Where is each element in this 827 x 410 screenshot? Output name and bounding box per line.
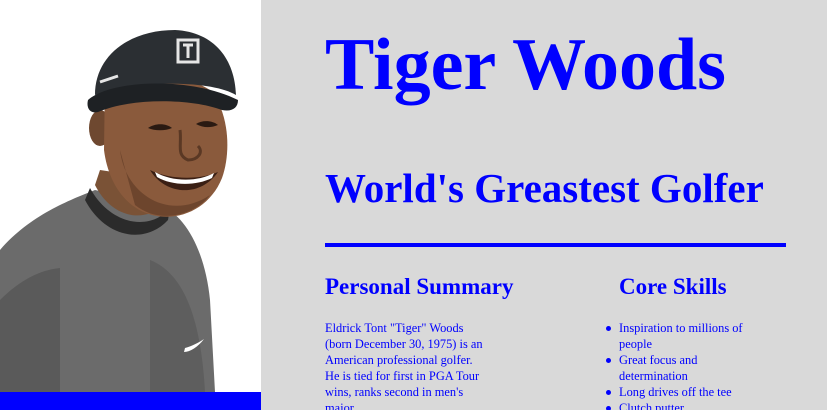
core-skills-section: Core Skills Inspiration to millions of p… — [606, 274, 789, 410]
skill-item: Clutch putter — [606, 400, 769, 410]
personal-summary-section: Personal Summary Eldrick Tont "Tiger" Wo… — [325, 274, 514, 410]
personal-summary-text: Eldrick Tont "Tiger" Woods (born Decembe… — [325, 321, 483, 410]
section-divider — [325, 243, 786, 247]
photo-accent-bar — [0, 392, 261, 410]
profile-tagline: World's Greastest Golfer — [325, 165, 764, 211]
core-skills-list: Inspiration to millions of people Great … — [606, 320, 789, 410]
core-skills-heading: Core Skills — [619, 274, 727, 299]
skill-item: Inspiration to millions of people — [606, 320, 769, 352]
resume-page: Tiger Woods World's Greastest Golfer Per… — [0, 0, 827, 410]
skill-item: Long drives off the tee — [606, 384, 769, 400]
profile-name: Tiger Woods — [325, 24, 726, 106]
profile-photo — [0, 0, 261, 392]
personal-summary-heading: Personal Summary — [325, 274, 514, 299]
skill-item: Great focus and determination — [606, 352, 769, 384]
profile-photo-panel — [0, 0, 261, 410]
